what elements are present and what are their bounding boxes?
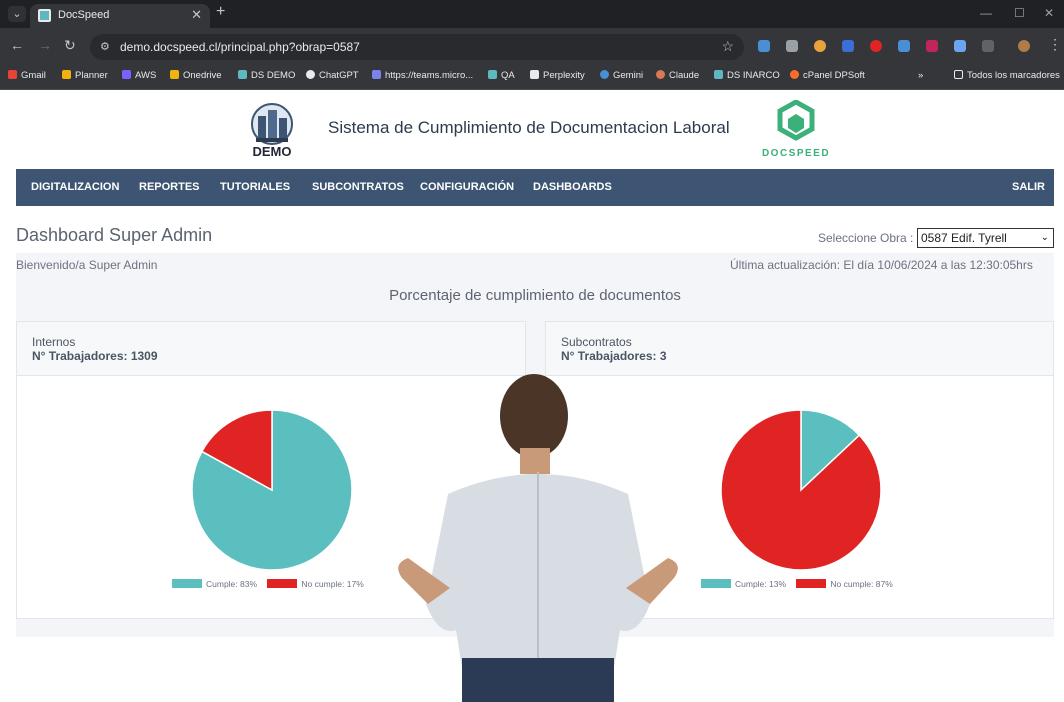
page: DEMO Sistema de Cumplimiento de Document… [0, 90, 1064, 702]
legend-cumple[interactable]: Cumple: 83% [206, 579, 257, 589]
record-extension-icon[interactable] [870, 40, 882, 52]
person-overlay-image [398, 374, 678, 702]
logout-button[interactable]: SALIR [1012, 181, 1045, 193]
minimize-icon[interactable]: — [980, 6, 992, 20]
worker-count: N° Trabajadores: 3 [561, 349, 667, 363]
color-extension-icon[interactable] [814, 40, 826, 52]
audio-extension-icon[interactable] [926, 40, 938, 52]
tab-title: DocSpeed [58, 9, 110, 21]
zoom-extension-icon[interactable] [842, 40, 854, 52]
legend-no-cumple-swatch [267, 579, 298, 588]
menu-reportes[interactable]: REPORTES [139, 181, 200, 193]
browser-tab-bar: ⌄ DocSpeed ✕ + — ☐ ✕ [0, 0, 1064, 28]
extension-icon[interactable] [786, 40, 798, 52]
obra-selected-value: 0587 Edif. Tyrell [921, 231, 1007, 245]
maximize-icon[interactable]: ☐ [1014, 6, 1025, 20]
demo-building-logo: DEMO [251, 103, 293, 159]
worker-count: N° Trabajadores: 1309 [32, 349, 158, 363]
pie-chart-subcontratos [720, 409, 882, 571]
all-bookmarks-folder[interactable]: Todos los marcadores [954, 70, 1060, 81]
save-extension-icon[interactable] [898, 40, 910, 52]
chart-legend: Cumple: 83% No cumple: 17% [172, 579, 364, 589]
bookmark-teams[interactable]: https://teams.micro... [372, 70, 473, 81]
legend-no-cumple-swatch [796, 579, 827, 588]
card-title: Internos [32, 335, 76, 349]
bookmark-claude[interactable]: Claude [656, 70, 699, 81]
legend-cumple-swatch [701, 579, 731, 588]
profile-avatar[interactable] [1018, 40, 1030, 52]
menu-tutoriales[interactable]: TUTORIALES [220, 181, 290, 193]
browser-toolbar: ← → ↻ ⚙ demo.docspeed.cl/principal.php?o… [0, 28, 1064, 64]
obra-select[interactable]: 0587 Edif. Tyrell ⌄ [917, 228, 1054, 248]
new-tab-icon[interactable]: + [216, 3, 225, 21]
doc-extension-icon[interactable] [954, 40, 966, 52]
bookmark-aws[interactable]: AWS [122, 70, 156, 81]
docspeed-logo: DOCSPEED [762, 100, 830, 159]
page-header-title: Sistema de Cumplimiento de Documentacion… [328, 118, 730, 137]
bookmarks-bar: Gmail Planner AWS Onedrive DS DEMO ChatG… [0, 64, 1064, 90]
bookmark-cpanel[interactable]: cPanel DPSoft [790, 70, 865, 81]
section-title: Porcentaje de cumplimiento de documentos [389, 287, 681, 304]
bookmark-gemini[interactable]: Gemini [600, 70, 643, 81]
main-nav-bar: DIGITALIZACION REPORTES TUTORIALES SUBCO… [16, 169, 1054, 206]
url-text[interactable]: demo.docspeed.cl/principal.php?obrap=058… [120, 40, 360, 54]
bookmark-planner[interactable]: Planner [62, 70, 108, 81]
tab-close-icon[interactable]: ✕ [191, 7, 202, 23]
dashboard-title: Dashboard Super Admin [16, 225, 213, 245]
browser-tab[interactable]: DocSpeed ✕ [30, 4, 210, 28]
reload-icon[interactable]: ↻ [64, 37, 76, 54]
forward-icon[interactable]: → [38, 37, 52, 53]
close-window-icon[interactable]: ✕ [1044, 6, 1054, 20]
back-icon[interactable]: ← [10, 37, 24, 53]
bookmark-chatgpt[interactable]: ChatGPT [306, 70, 359, 81]
card-title: Subcontratos [561, 335, 632, 349]
browser-menu-icon[interactable]: ⋮ [1048, 36, 1062, 53]
bookmark-qa[interactable]: QA [488, 70, 515, 81]
chart-legend: Cumple: 13% No cumple: 87% [701, 579, 893, 589]
legend-no-cumple[interactable]: No cumple: 17% [301, 579, 363, 589]
extensions-puzzle-icon[interactable] [982, 40, 994, 52]
bookmarks-overflow-icon[interactable]: » [918, 70, 923, 81]
bookmark-star-icon[interactable]: ☆ [721, 38, 734, 55]
obra-select-label: Seleccione Obra : [818, 231, 914, 245]
bookmark-onedrive[interactable]: Onedrive [170, 70, 222, 81]
tab-search-button[interactable]: ⌄ [8, 6, 26, 22]
legend-cumple-swatch [172, 579, 202, 588]
address-bar[interactable]: ⚙ demo.docspeed.cl/principal.php?obrap=0… [90, 34, 744, 60]
docspeed-favicon-icon [38, 9, 51, 22]
welcome-text: Bienvenido/a Super Admin [16, 258, 158, 272]
chevron-down-icon: ⌄ [1040, 232, 1049, 243]
legend-no-cumple[interactable]: No cumple: 87% [830, 579, 892, 589]
menu-digitalizacion[interactable]: DIGITALIZACION [31, 181, 119, 193]
bookmark-perplexity[interactable]: Perplexity [530, 70, 585, 81]
pie-chart-internos [191, 409, 353, 571]
last-update-text: Última actualización: El día 10/06/2024 … [730, 258, 1033, 272]
translate-extension-icon[interactable] [758, 40, 770, 52]
legend-cumple[interactable]: Cumple: 13% [735, 579, 786, 589]
menu-dashboards[interactable]: DASHBOARDS [533, 181, 612, 193]
bookmark-ds-demo[interactable]: DS DEMO [238, 70, 295, 81]
site-info-icon[interactable]: ⚙ [100, 40, 110, 53]
demo-logo-text: DEMO [253, 144, 292, 159]
menu-configuracion[interactable]: CONFIGURACIÓN [420, 181, 514, 193]
menu-subcontratos[interactable]: SUBCONTRATOS [312, 181, 404, 193]
docspeed-logo-text: DOCSPEED [762, 148, 830, 159]
bookmark-gmail[interactable]: Gmail [8, 70, 46, 81]
bookmark-ds-inarco[interactable]: DS INARCO [714, 70, 780, 81]
